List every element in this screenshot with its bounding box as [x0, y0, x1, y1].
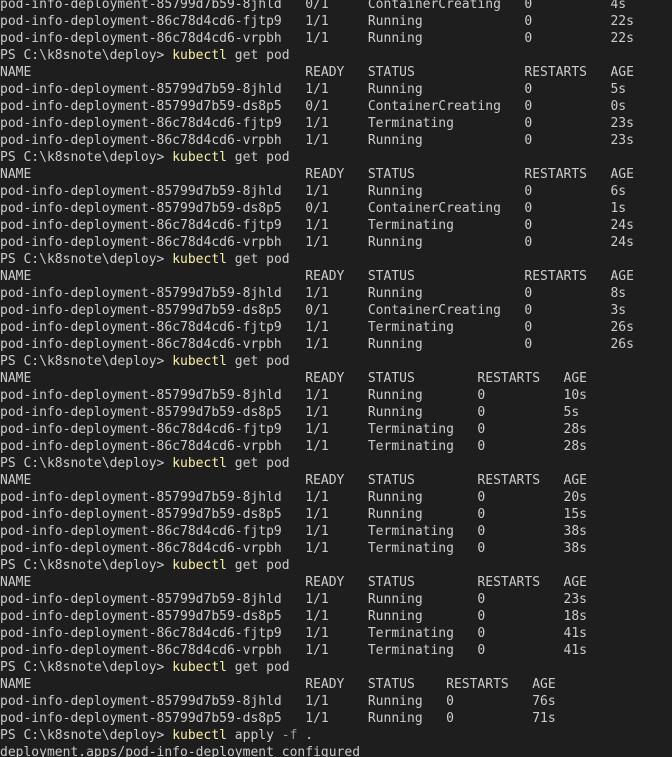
command-args: get pod	[226, 558, 290, 573]
command-args: get pod	[226, 456, 290, 471]
prompt: PS C:\k8snote\deploy>	[0, 660, 173, 675]
output-line: pod-info-deployment-86c78d4cd6-vrpbh 1/1…	[0, 133, 634, 148]
output-line: NAME READY STATUS RESTARTS AGE	[0, 677, 556, 692]
command-args: get pod	[226, 252, 290, 267]
output-line: pod-info-deployment-85799d7b59-8jhld 1/1…	[0, 286, 627, 301]
output-line: NAME READY STATUS RESTARTS AGE	[0, 371, 587, 386]
command-name: kubectl	[172, 456, 227, 471]
command-name: kubectl	[172, 660, 227, 675]
output-line: pod-info-deployment-85799d7b59-ds8p5 1/1…	[0, 609, 587, 624]
output-line: pod-info-deployment-85799d7b59-8jhld 1/1…	[0, 82, 627, 97]
output-line: pod-info-deployment-86c78d4cd6-fjtp9 1/1…	[0, 14, 634, 29]
output-line: pod-info-deployment-85799d7b59-ds8p5 0/1…	[0, 201, 627, 216]
command-line: PS C:\k8snote\deploy> kubectl get pod	[0, 149, 672, 166]
command-name: kubectl	[172, 150, 227, 165]
output-line: pod-info-deployment-86c78d4cd6-vrpbh 1/1…	[0, 439, 587, 454]
command-line: PS C:\k8snote\deploy> kubectl get pod	[0, 659, 672, 676]
output-line: pod-info-deployment-85799d7b59-8jhld 1/1…	[0, 184, 627, 199]
output-line: pod-info-deployment-86c78d4cd6-fjtp9 1/1…	[0, 524, 587, 539]
output-line: pod-info-deployment-85799d7b59-ds8p5 1/1…	[0, 405, 580, 420]
command-line: PS C:\k8snote\deploy> kubectl get pod	[0, 251, 672, 268]
command-args: get pod	[226, 48, 290, 63]
command-line: PS C:\k8snote\deploy> kubectl get pod	[0, 455, 672, 472]
command-name: kubectl	[172, 558, 227, 573]
command-line: PS C:\k8snote\deploy> kubectl get pod	[0, 47, 672, 64]
command-flag: -f	[281, 728, 298, 743]
terminal-output[interactable]: pod-info-deployment-85799d7b59-8jhld 0/1…	[0, 0, 672, 757]
command-args: get pod	[226, 150, 290, 165]
prompt: PS C:\k8snote\deploy>	[0, 558, 173, 573]
output-line: pod-info-deployment-85799d7b59-8jhld 1/1…	[0, 490, 587, 505]
command-line: PS C:\k8snote\deploy> kubectl get pod	[0, 557, 672, 574]
output-line: pod-info-deployment-86c78d4cd6-fjtp9 1/1…	[0, 422, 587, 437]
output-line: NAME READY STATUS RESTARTS AGE	[0, 167, 634, 182]
command-args: get pod	[226, 660, 290, 675]
command-line: PS C:\k8snote\deploy> kubectl get pod	[0, 353, 672, 370]
output-line: pod-info-deployment-86c78d4cd6-vrpbh 1/1…	[0, 31, 634, 46]
command-line: PS C:\k8snote\deploy> kubectl apply -f .	[0, 727, 672, 744]
prompt: PS C:\k8snote\deploy>	[0, 48, 173, 63]
output-line: NAME READY STATUS RESTARTS AGE	[0, 575, 587, 590]
output-line: pod-info-deployment-85799d7b59-ds8p5 0/1…	[0, 99, 627, 114]
output-line: pod-info-deployment-86c78d4cd6-vrpbh 1/1…	[0, 541, 587, 556]
prompt: PS C:\k8snote\deploy>	[0, 728, 173, 743]
output-line: pod-info-deployment-86c78d4cd6-vrpbh 1/1…	[0, 235, 634, 250]
output-line: pod-info-deployment-85799d7b59-8jhld 0/1…	[0, 0, 627, 12]
output-line: pod-info-deployment-85799d7b59-ds8p5 0/1…	[0, 303, 627, 318]
command-rest: .	[297, 728, 314, 743]
output-line: deployment.apps/pod-info-deployment conf…	[0, 745, 361, 757]
output-line: pod-info-deployment-86c78d4cd6-fjtp9 1/1…	[0, 320, 634, 335]
command-args: get pod	[226, 354, 290, 369]
prompt: PS C:\k8snote\deploy>	[0, 456, 173, 471]
command-name: kubectl	[172, 354, 227, 369]
prompt: PS C:\k8snote\deploy>	[0, 150, 173, 165]
output-line: pod-info-deployment-85799d7b59-8jhld 1/1…	[0, 694, 556, 709]
output-line: pod-info-deployment-86c78d4cd6-fjtp9 1/1…	[0, 218, 634, 233]
command-name: kubectl	[172, 48, 227, 63]
output-line: NAME READY STATUS RESTARTS AGE	[0, 269, 634, 284]
output-line: pod-info-deployment-85799d7b59-ds8p5 1/1…	[0, 711, 556, 726]
output-line: pod-info-deployment-85799d7b59-8jhld 1/1…	[0, 388, 587, 403]
output-line: NAME READY STATUS RESTARTS AGE	[0, 473, 587, 488]
output-line: pod-info-deployment-86c78d4cd6-vrpbh 1/1…	[0, 643, 587, 658]
output-line: pod-info-deployment-86c78d4cd6-vrpbh 1/1…	[0, 337, 634, 352]
prompt: PS C:\k8snote\deploy>	[0, 354, 173, 369]
output-line: NAME READY STATUS RESTARTS AGE	[0, 65, 634, 80]
output-line: pod-info-deployment-85799d7b59-ds8p5 1/1…	[0, 507, 587, 522]
command-name: kubectl	[172, 252, 227, 267]
prompt: PS C:\k8snote\deploy>	[0, 252, 173, 267]
output-line: pod-info-deployment-86c78d4cd6-fjtp9 1/1…	[0, 626, 587, 641]
output-line: pod-info-deployment-86c78d4cd6-fjtp9 1/1…	[0, 116, 634, 131]
command-name: kubectl	[172, 728, 227, 743]
command-args: apply	[226, 728, 282, 743]
output-line: pod-info-deployment-85799d7b59-8jhld 1/1…	[0, 592, 587, 607]
